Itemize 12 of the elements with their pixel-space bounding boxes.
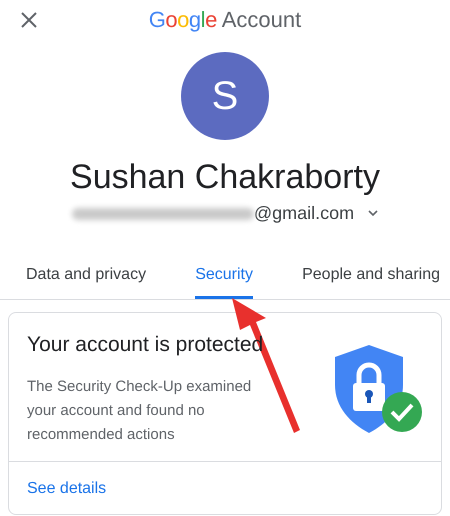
tab[interactable]: Data and privacy xyxy=(26,260,146,299)
close-icon[interactable] xyxy=(20,11,38,29)
tab[interactable]: Security xyxy=(195,260,253,299)
card-description: The Security Check-Up examined your account and found no recommended actions xyxy=(27,377,252,445)
shield-lock-check-icon xyxy=(333,343,423,435)
app-title: Google Account xyxy=(148,7,302,33)
see-details-link[interactable]: See details xyxy=(27,480,106,497)
account-name: Sushan Chakraborty xyxy=(69,158,381,197)
avatar: S xyxy=(181,52,269,140)
tab[interactable]: People and sharing xyxy=(302,260,440,299)
chevron-down-icon[interactable] xyxy=(368,210,378,217)
account-email: @gmail.com xyxy=(254,203,354,224)
